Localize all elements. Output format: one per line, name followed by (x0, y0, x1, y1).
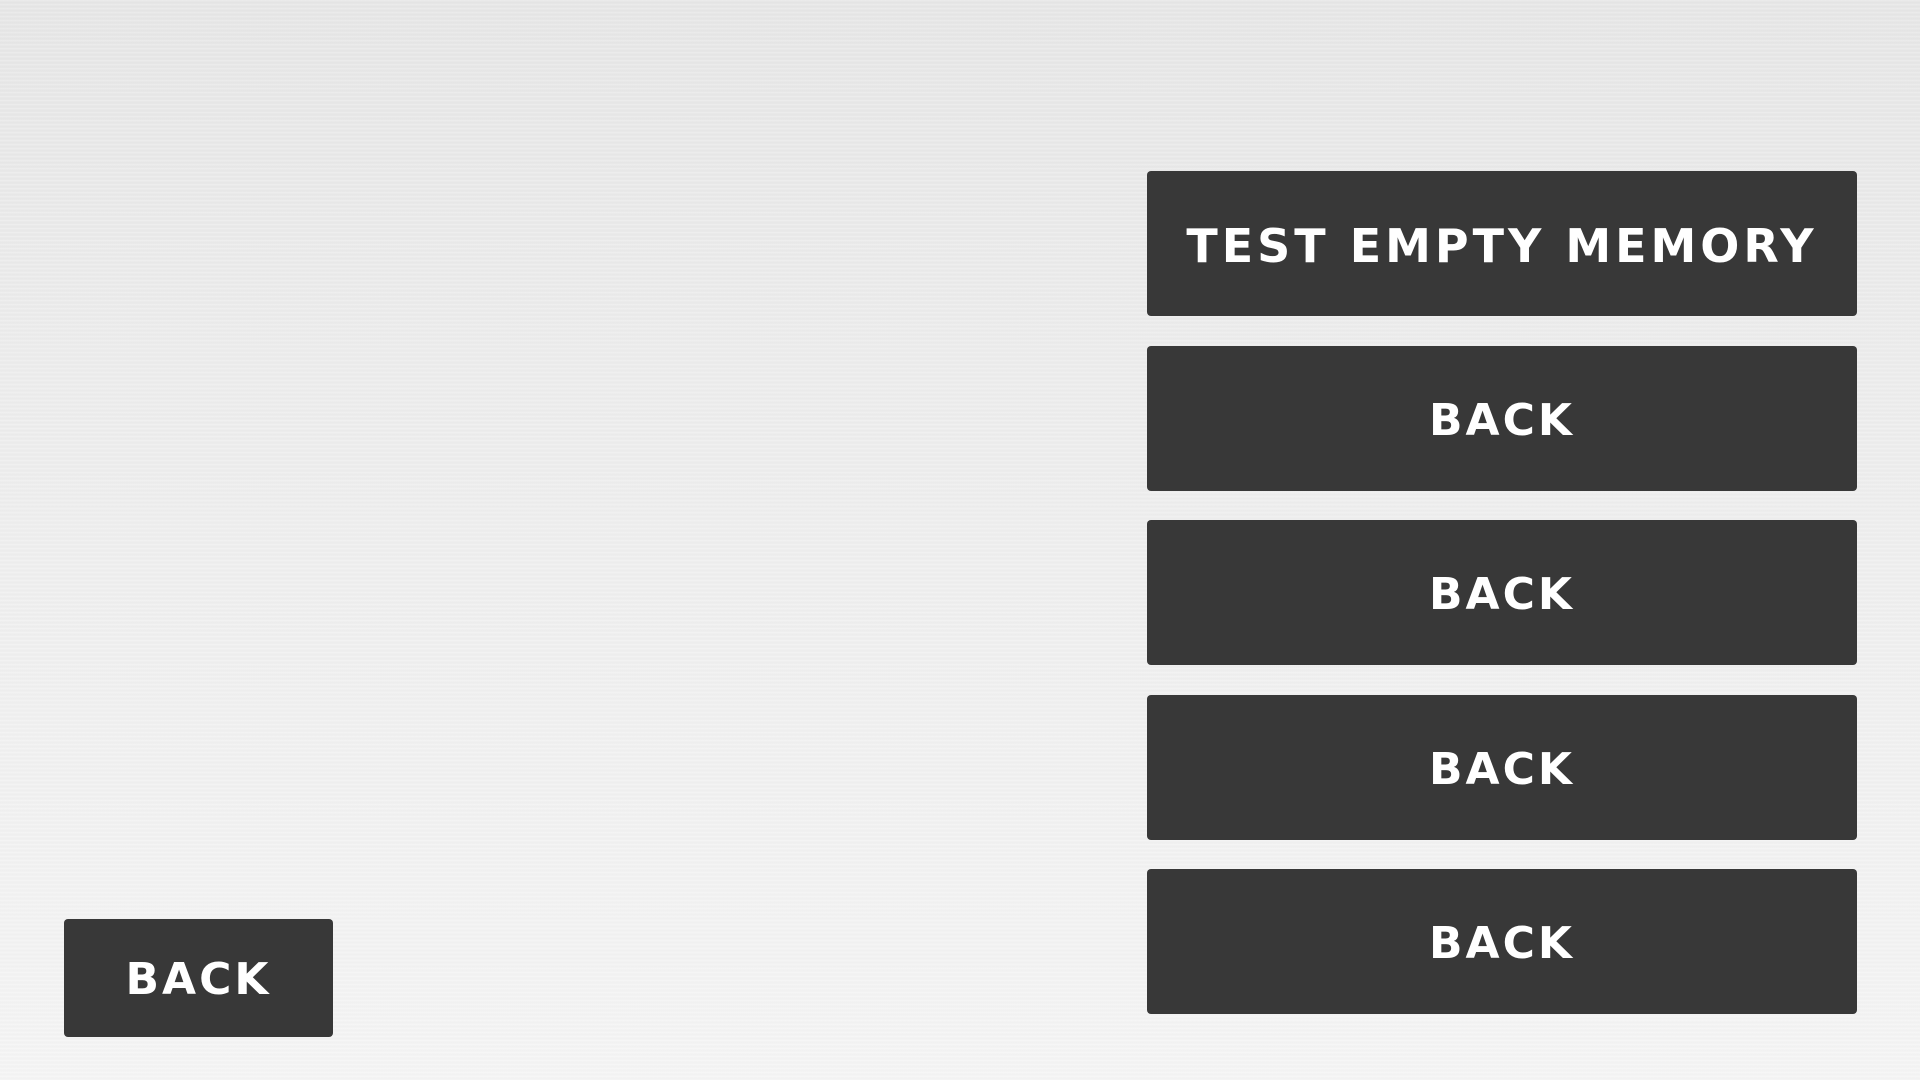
back-button-label: BACK (1429, 394, 1575, 446)
back-button[interactable]: BACK (1147, 346, 1857, 491)
back-button-label: BACK (1429, 568, 1575, 620)
back-button[interactable]: BACK (1147, 869, 1857, 1014)
menu-screen: TEST EMPTY MEMORY BACK BACK BACK BACK BA… (0, 0, 1920, 1080)
corner-back-label: BACK (125, 954, 272, 1005)
back-button-label: BACK (1429, 917, 1575, 969)
test-empty-memory-button[interactable]: TEST EMPTY MEMORY (1147, 171, 1857, 316)
back-button[interactable]: BACK (1147, 520, 1857, 665)
test-empty-memory-label: TEST EMPTY MEMORY (1186, 218, 1818, 273)
back-button-label: BACK (1429, 743, 1575, 795)
corner-back-button[interactable]: BACK (64, 919, 333, 1037)
back-button[interactable]: BACK (1147, 695, 1857, 840)
